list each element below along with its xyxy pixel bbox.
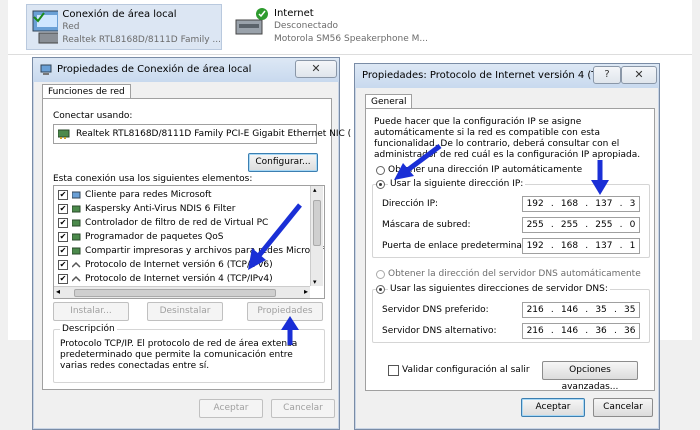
arrow-icon xyxy=(394,143,442,180)
arrow-icon xyxy=(281,316,299,345)
arrow-icon xyxy=(248,203,302,270)
annotation-arrows xyxy=(248,143,609,345)
arrow-icon xyxy=(591,160,609,195)
